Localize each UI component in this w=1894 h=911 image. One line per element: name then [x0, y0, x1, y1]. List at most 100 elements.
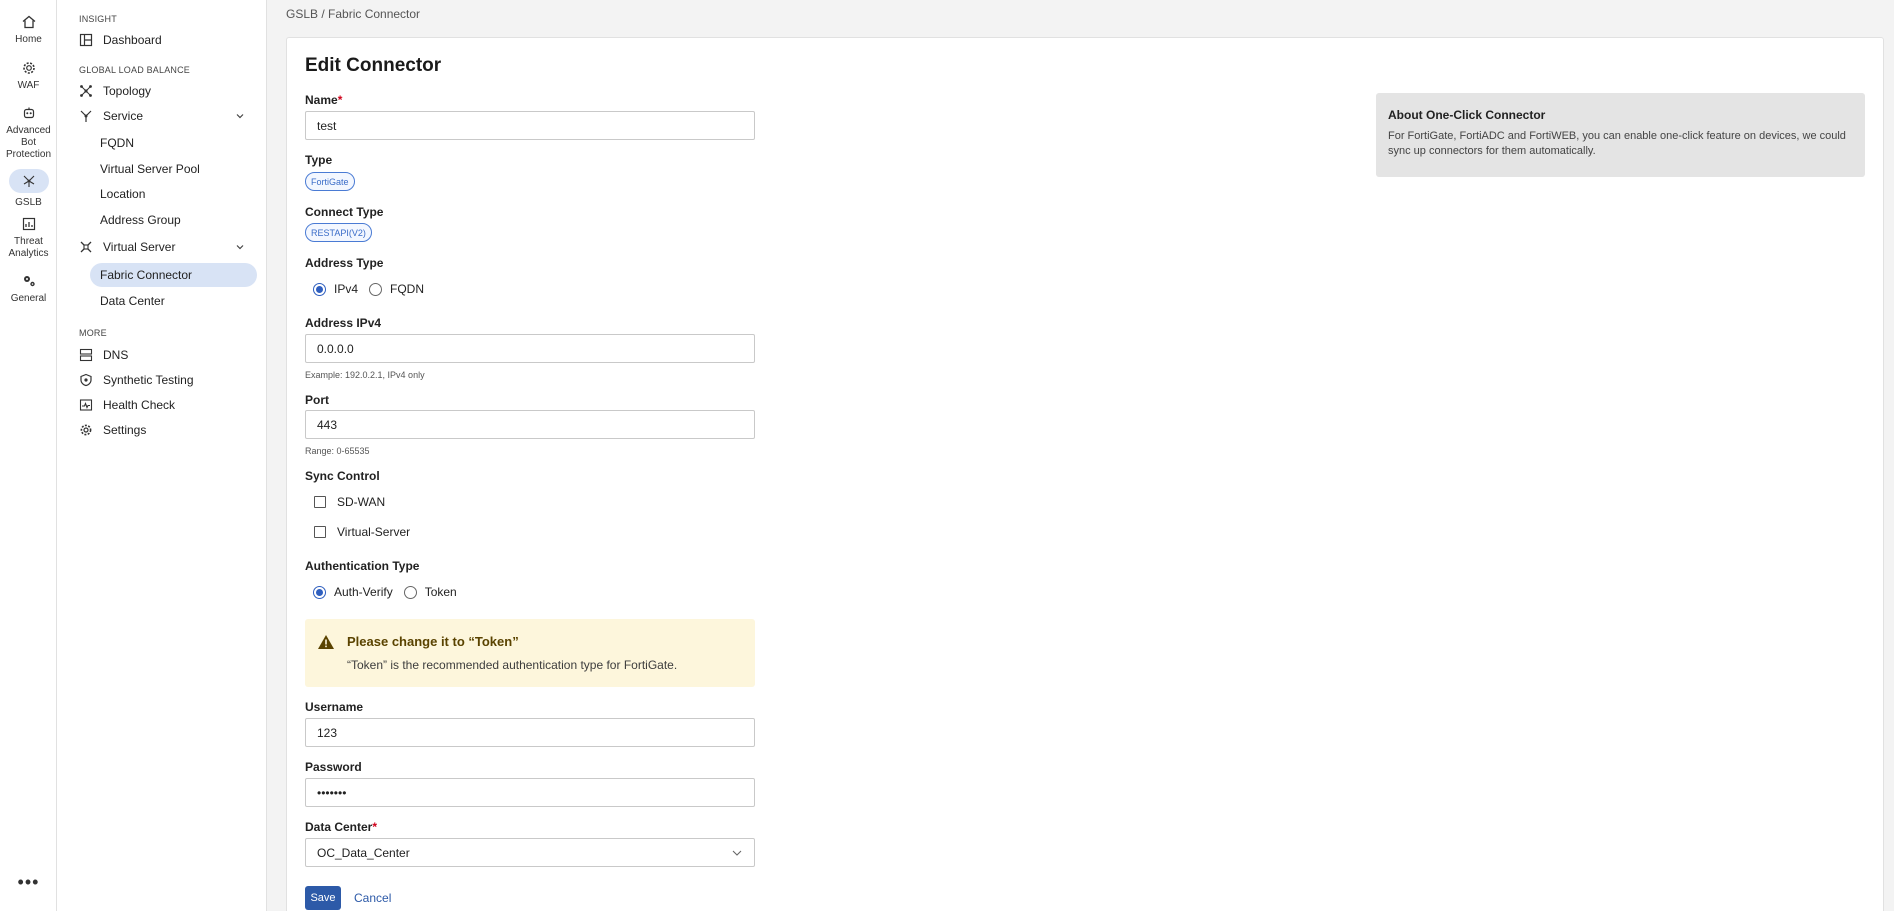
required-marker: *	[372, 820, 378, 834]
nav-item-data-center[interactable]: Data Center	[90, 289, 257, 313]
warning-title: Please change it to “Token”	[347, 634, 519, 649]
password-label: Password	[305, 760, 362, 774]
rail-item-threat-analytics[interactable]: Threat Analytics	[0, 216, 57, 260]
nav-section-insight: INSIGHT	[79, 14, 117, 24]
chevron-down-icon[interactable]	[235, 111, 245, 121]
gear-icon	[80, 424, 92, 436]
data-center-value: OC_Data_Center	[317, 845, 410, 860]
nav-item-virtual-server[interactable]: Virtual Server	[79, 236, 257, 258]
gslb-icon	[23, 175, 34, 187]
fqdn-radio-label[interactable]: FQDN	[390, 282, 424, 296]
sd-wan-checkbox[interactable]	[314, 496, 326, 508]
rail-item-bot-protection[interactable]: Advanced Bot Protection	[0, 105, 57, 161]
port-hint: Range: 0-65535	[305, 446, 370, 456]
page-title: Edit Connector	[305, 55, 442, 76]
ipv4-radio-label[interactable]: IPv4	[334, 282, 358, 296]
nav-item-service[interactable]: Service	[79, 105, 257, 127]
auth-type-radio-group: Auth-Verify Token	[313, 585, 457, 599]
connect-type-label: Connect Type	[305, 205, 384, 219]
about-one-click-panel: About One-Click Connector For FortiGate,…	[1376, 93, 1865, 177]
nav-item-health-check[interactable]: Health Check	[79, 394, 257, 416]
rail-item-general[interactable]: General	[0, 273, 57, 305]
rail-label-bot-protection: Advanced Bot Protection	[5, 125, 52, 160]
rail-label-waf: WAF	[17, 80, 40, 91]
nav-item-fqdn[interactable]: FQDN	[90, 131, 257, 155]
more-icon[interactable]: •••	[0, 872, 57, 893]
gears-icon	[23, 276, 35, 287]
chart-icon	[22, 217, 35, 231]
sync-control-label: Sync Control	[305, 469, 380, 483]
address-ipv4-hint: Example: 192.0.2.1, IPv4 only	[305, 370, 425, 380]
save-button[interactable]: Save	[305, 886, 341, 910]
nav-label-health-check: Health Check	[103, 398, 176, 412]
auth-verify-radio[interactable]	[313, 585, 326, 599]
nav-sidebar: INSIGHT Dashboard GLOBAL LOAD BALANCE To…	[57, 0, 267, 911]
username-label: Username	[305, 700, 364, 714]
nav-item-virtual-server-pool[interactable]: Virtual Server Pool	[90, 157, 257, 181]
rail-item-home[interactable]: Home	[0, 14, 57, 46]
sd-wan-checkbox-label[interactable]: SD-WAN	[337, 495, 385, 509]
nav-item-synthetic-testing[interactable]: Synthetic Testing	[79, 369, 257, 391]
nav-label-topology: Topology	[103, 84, 152, 98]
nav-item-address-group[interactable]: Address Group	[90, 208, 257, 232]
ipv4-radio[interactable]	[313, 282, 326, 296]
port-label: Port	[305, 393, 329, 407]
fqdn-radio[interactable]	[369, 282, 383, 296]
rail-item-waf[interactable]: WAF	[0, 60, 57, 92]
username-input[interactable]: 123	[305, 718, 755, 747]
address-type-label: Address Type	[305, 256, 384, 270]
address-ipv4-label: Address IPv4	[305, 316, 382, 330]
rail-label-threat-analytics: Threat Analytics	[8, 236, 49, 259]
health-check-icon	[79, 399, 93, 411]
nav-item-fabric-connector[interactable]: Fabric Connector	[90, 263, 257, 287]
rail-label-general: General	[10, 293, 47, 304]
nav-item-settings[interactable]: Settings	[79, 419, 257, 441]
nav-item-location[interactable]: Location	[90, 182, 257, 206]
required-marker: *	[337, 93, 343, 107]
name-input[interactable]: test	[305, 111, 755, 140]
home-icon	[22, 15, 35, 29]
dns-icon	[79, 348, 93, 362]
address-type-radio-group: IPv4 FQDN	[313, 282, 424, 296]
connect-type-chip: RESTAPI(V2)	[305, 223, 372, 242]
cancel-button[interactable]: Cancel	[354, 886, 391, 910]
port-input[interactable]: 443	[305, 410, 755, 439]
warning-icon	[318, 635, 334, 649]
dashboard-icon	[79, 33, 93, 47]
virtual-server-checkbox[interactable]	[314, 526, 326, 538]
name-label: Name*	[305, 93, 343, 107]
chevron-down-icon	[732, 850, 742, 856]
auth-warning-banner: Please change it to “Token” “Token” is t…	[305, 619, 755, 687]
nav-label-synthetic-testing: Synthetic Testing	[103, 373, 194, 387]
token-radio-label[interactable]: Token	[425, 585, 457, 599]
about-text: For FortiGate, FortiADC and FortiWEB, yo…	[1388, 130, 1846, 157]
address-ipv4-input[interactable]: 0.0.0.0	[305, 334, 755, 363]
bot-icon	[23, 107, 34, 119]
token-radio[interactable]	[403, 585, 417, 599]
nav-item-dashboard[interactable]: Dashboard	[79, 29, 257, 51]
virtual-server-option[interactable]: Virtual-Server	[314, 525, 410, 539]
nav-item-dns[interactable]: DNS	[79, 344, 257, 366]
rail-item-gslb[interactable]: GSLB	[0, 169, 57, 209]
nav-item-topology[interactable]: Topology	[79, 80, 257, 102]
password-input[interactable]: •••••••	[305, 778, 755, 807]
about-title: About One-Click Connector	[1388, 108, 1546, 122]
auth-type-label: Authentication Type	[305, 559, 420, 573]
virtual-server-checkbox-label[interactable]: Virtual-Server	[337, 525, 410, 539]
gear-icon	[22, 62, 35, 74]
virtual-server-icon	[80, 241, 92, 253]
sd-wan-option[interactable]: SD-WAN	[314, 495, 385, 509]
nav-section-more: MORE	[79, 328, 107, 338]
rail-label-home: Home	[15, 34, 42, 45]
nav-section-gslb: GLOBAL LOAD BALANCE	[79, 65, 191, 75]
nav-label-virtual-server: Virtual Server	[103, 240, 176, 254]
type-chip: FortiGate	[305, 172, 355, 191]
shield-icon	[80, 373, 92, 387]
auth-verify-radio-label[interactable]: Auth-Verify	[334, 585, 393, 599]
chevron-down-icon[interactable]	[235, 242, 245, 252]
breadcrumb: GSLB / Fabric Connector	[286, 7, 421, 21]
data-center-select[interactable]: OC_Data_Center	[305, 838, 755, 867]
nav-label-service: Service	[103, 109, 144, 123]
topology-icon	[80, 85, 92, 97]
rail-label-gslb: GSLB	[15, 197, 42, 208]
